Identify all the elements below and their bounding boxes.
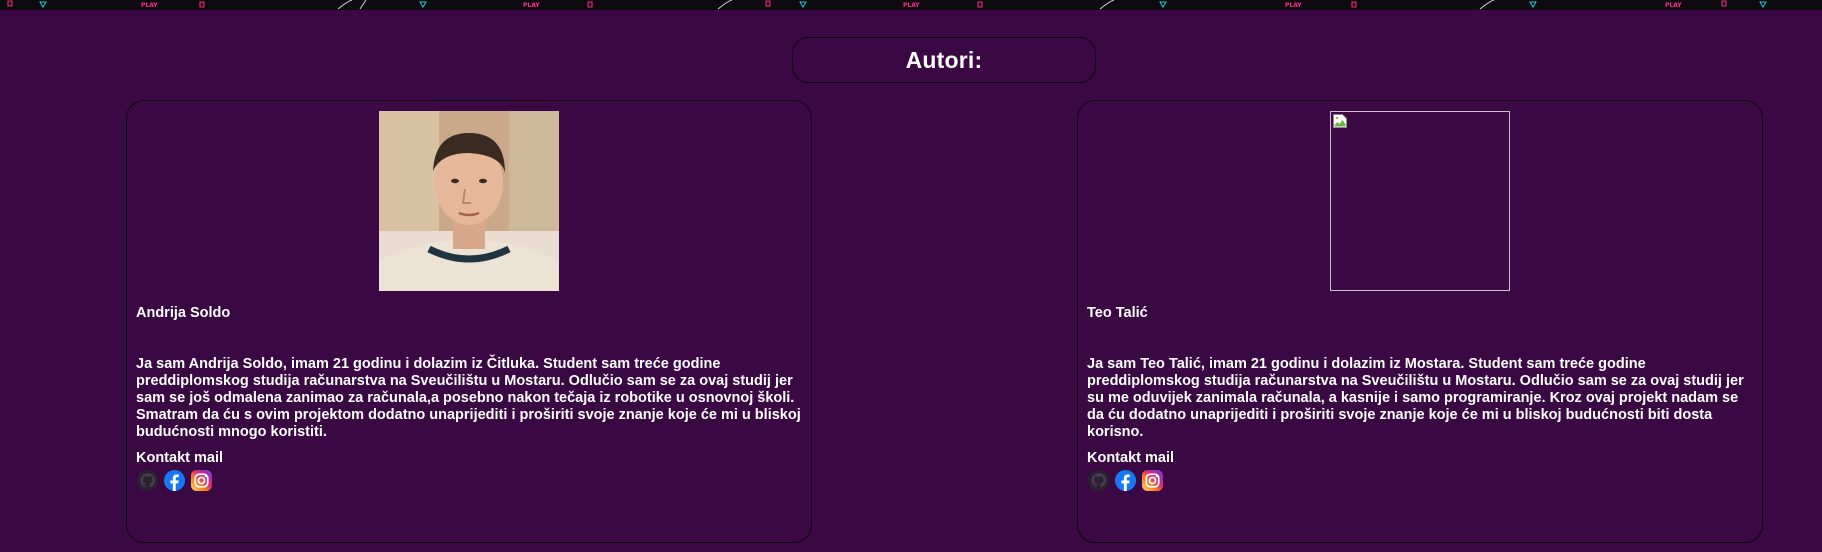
instagram-link[interactable] xyxy=(190,469,213,492)
author-name: Teo Talić xyxy=(1087,305,1148,321)
github-icon xyxy=(1087,469,1110,492)
facebook-link[interactable] xyxy=(163,469,186,492)
facebook-icon xyxy=(163,469,186,492)
instagram-icon xyxy=(1141,469,1164,492)
page-title-box: Autori: xyxy=(792,37,1096,83)
author-photo xyxy=(379,111,559,291)
banner-play-label: PLAY xyxy=(141,2,158,9)
page-title: Autori: xyxy=(905,46,983,73)
facebook-icon xyxy=(1114,469,1137,492)
contact-mail-label: Kontakt mail xyxy=(1087,450,1175,466)
author-bio: Ja sam Andrija Soldo, imam 21 godinu i d… xyxy=(136,356,801,440)
banner-play-label: PLAY xyxy=(1665,2,1682,9)
banner-play-label: PLAY xyxy=(1285,2,1302,9)
social-links xyxy=(1087,469,1755,492)
banner-pattern: PLAY PLAY PLAY PLAY PLAY xyxy=(7,0,1767,10)
top-banner-strip: PLAY PLAY PLAY PLAY PLAY xyxy=(0,0,1822,10)
github-link[interactable] xyxy=(136,469,159,492)
author-name: Andrija Soldo xyxy=(136,305,231,321)
banner-play-label: PLAY xyxy=(523,2,540,9)
facebook-link[interactable] xyxy=(1114,469,1137,492)
banner-play-label: PLAY xyxy=(903,2,920,9)
author-photo-broken xyxy=(1330,111,1510,291)
github-icon xyxy=(136,469,159,492)
social-links xyxy=(136,469,804,492)
instagram-icon xyxy=(190,469,213,492)
github-link[interactable] xyxy=(1087,469,1110,492)
instagram-link[interactable] xyxy=(1141,469,1164,492)
author-bio-block: Ja sam Andrija Soldo, imam 21 godinu i d… xyxy=(136,356,804,492)
broken-image-icon xyxy=(1333,114,1347,128)
author-card-andrija-soldo: Andrija Soldo Ja sam Andrija Soldo, imam… xyxy=(126,100,812,543)
author-bio-block: Ja sam Teo Talić, imam 21 godinu i dolaz… xyxy=(1087,356,1755,492)
author-bio: Ja sam Teo Talić, imam 21 godinu i dolaz… xyxy=(1087,356,1744,440)
contact-mail-label: Kontakt mail xyxy=(136,450,224,466)
author-card-teo-talic: Teo Talić Ja sam Teo Talić, imam 21 godi… xyxy=(1077,100,1763,543)
